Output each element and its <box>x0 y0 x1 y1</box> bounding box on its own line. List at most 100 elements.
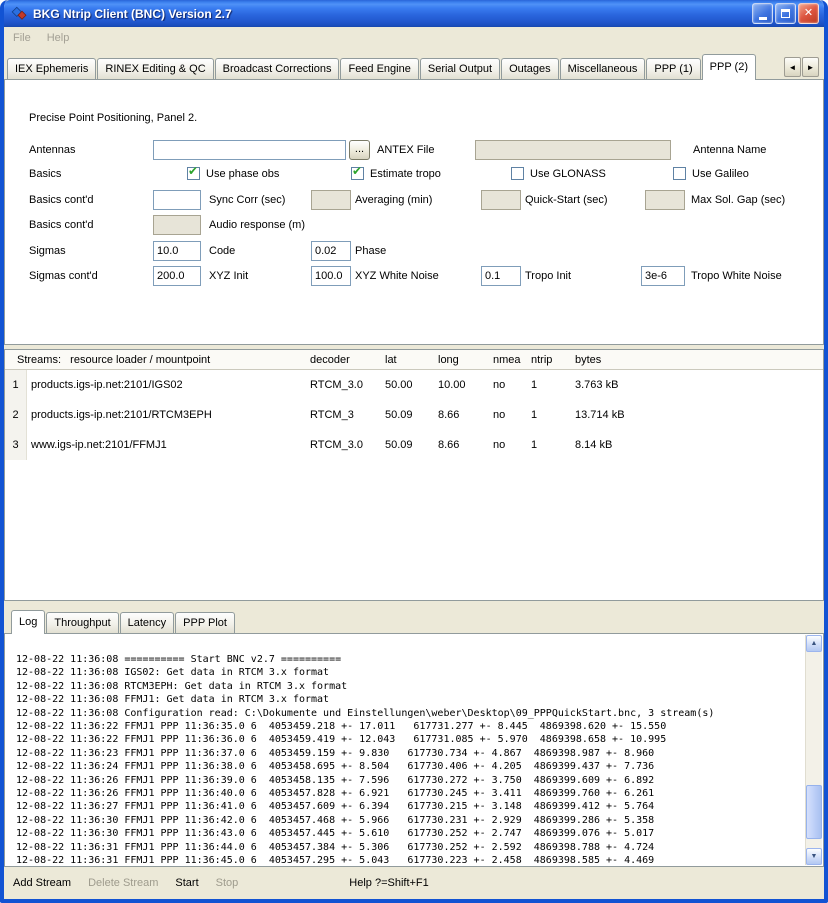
tab-rinex-editing-qc[interactable]: RINEX Editing & QC <box>97 58 213 79</box>
sigma-code-input[interactable] <box>153 241 201 261</box>
col-header-bytes: bytes <box>569 354 823 366</box>
averaging-input <box>311 190 351 210</box>
audio-response-input <box>153 215 201 235</box>
use-phase-obs-checkbox[interactable] <box>187 167 200 180</box>
tab-log[interactable]: Log <box>11 610 45 634</box>
tab-ppp-plot[interactable]: PPP Plot <box>175 612 235 633</box>
log-line: 12-08-22 11:36:30 FFMJ1 PPP 11:36:42.0 6… <box>16 814 801 827</box>
stream-lat: 50.00 <box>381 379 433 391</box>
stream-row-2[interactable]: 2 products.igs-ip.net:2101/RTCM3EPH RTCM… <box>5 400 823 430</box>
log-line: 12-08-22 11:36:30 FFMJ1 PPP 11:36:43.0 6… <box>16 827 801 840</box>
quick-start-label: Quick-Start (sec) <box>525 190 608 210</box>
sigma-phase-input[interactable] <box>311 241 351 261</box>
basics-contd-label: Basics cont'd <box>29 190 93 210</box>
tropo-init-label: Tropo Init <box>525 266 571 286</box>
sync-corr-input[interactable] <box>153 190 201 210</box>
audio-response-label: Audio response (m) <box>209 215 305 235</box>
log-line: 12-08-22 11:36:31 FFMJ1 PPP 11:36:44.0 6… <box>16 841 801 854</box>
log-line: 12-08-22 11:36:26 FFMJ1 PPP 11:36:39.0 6… <box>16 774 801 787</box>
log-scrollbar[interactable]: ▲ ▼ <box>805 635 822 865</box>
sync-corr-label: Sync Corr (sec) <box>209 190 285 210</box>
output-tabbar: Log Throughput Latency PPP Plot <box>11 609 824 633</box>
tab-latency[interactable]: Latency <box>120 612 175 633</box>
col-header-nmea: nmea <box>487 354 524 366</box>
col-header-long: long <box>433 354 487 366</box>
antennas-label: Antennas <box>29 140 75 160</box>
tab-ppp-2[interactable]: PPP (2) <box>702 54 756 80</box>
start-button[interactable]: Start <box>175 877 198 889</box>
bnc-logo-icon <box>11 6 27 22</box>
sigma-phase-label: Phase <box>355 241 386 261</box>
close-icon: ✕ <box>804 8 813 19</box>
log-line: 12-08-22 11:36:24 FFMJ1 PPP 11:36:38.0 6… <box>16 760 801 773</box>
stream-row-3[interactable]: 3 www.igs-ip.net:2101/FFMJ1 RTCM_3.0 50.… <box>5 430 823 460</box>
stream-decoder: RTCM_3.0 <box>305 379 381 391</box>
window-title: BKG Ntrip Client (BNC) Version 2.7 <box>33 7 750 21</box>
row-number: 3 <box>5 430 27 460</box>
row-number: 2 <box>5 400 27 430</box>
close-button[interactable]: ✕ <box>798 3 819 24</box>
antex-file-input <box>475 140 671 160</box>
minimize-button[interactable] <box>752 3 773 24</box>
titlebar[interactable]: BKG Ntrip Client (BNC) Version 2.7 ✕ <box>4 0 824 27</box>
max-sol-gap-input <box>645 190 685 210</box>
max-sol-gap-label: Max Sol. Gap (sec) <box>691 190 785 210</box>
minimize-icon <box>759 17 767 20</box>
scroll-down-icon[interactable]: ▼ <box>806 848 822 865</box>
stream-decoder: RTCM_3.0 <box>305 439 381 451</box>
scroll-up-icon[interactable]: ▲ <box>806 635 822 652</box>
stream-bytes: 8.14 kB <box>569 439 823 451</box>
stream-long: 8.66 <box>433 439 487 451</box>
antennas-browse-button[interactable]: ... <box>349 140 370 160</box>
stream-bytes: 3.763 kB <box>569 379 823 391</box>
tropo-init-input[interactable] <box>481 266 521 286</box>
maximize-button[interactable] <box>775 3 796 24</box>
tab-scroll-right-icon[interactable]: ► <box>802 57 819 77</box>
main-tabbar: IEX Ephemeris RINEX Editing & QC Broadca… <box>4 53 824 79</box>
menu-help[interactable]: Help <box>47 32 70 44</box>
tab-ppp-1[interactable]: PPP (1) <box>646 58 700 79</box>
tab-miscellaneous[interactable]: Miscellaneous <box>560 58 646 79</box>
log-line: 12-08-22 11:36:08 Configuration read: C:… <box>16 707 801 720</box>
stream-mountpoint: products.igs-ip.net:2101/RTCM3EPH <box>27 409 305 421</box>
stop-button[interactable]: Stop <box>216 877 239 889</box>
tropo-white-noise-input[interactable] <box>641 266 685 286</box>
col-header-lat: lat <box>381 354 433 366</box>
log-line: 12-08-22 11:36:08 ========== Start BNC v… <box>16 653 801 666</box>
tab-broadcast-corrections[interactable]: Broadcast Corrections <box>215 58 340 79</box>
delete-stream-button[interactable]: Delete Stream <box>88 877 158 889</box>
xyz-init-input[interactable] <box>153 266 201 286</box>
tab-outages[interactable]: Outages <box>501 58 559 79</box>
estimate-tropo-checkbox[interactable] <box>351 167 364 180</box>
log-line: 12-08-22 11:36:27 FFMJ1 PPP 11:36:41.0 6… <box>16 800 801 813</box>
sigmas-contd-label: Sigmas cont'd <box>29 266 98 286</box>
stream-nmea: no <box>487 439 524 451</box>
use-glonass-checkbox[interactable] <box>511 167 524 180</box>
col-header-mountpoint: Streams: resource loader / mountpoint <box>5 354 305 366</box>
stream-row-1[interactable]: 1 products.igs-ip.net:2101/IGS02 RTCM_3.… <box>5 370 823 400</box>
streams-table: Streams: resource loader / mountpoint de… <box>4 349 824 601</box>
xyz-white-noise-input[interactable] <box>311 266 351 286</box>
antennas-input[interactable] <box>153 140 346 160</box>
use-galileo-checkbox[interactable] <box>673 167 686 180</box>
stream-decoder: RTCM_3 <box>305 409 381 421</box>
tab-scroll-left-icon[interactable]: ◄ <box>784 57 801 77</box>
col-header-ntrip: ntrip <box>524 354 569 366</box>
log-line: 12-08-22 11:36:22 FFMJ1 PPP 11:36:35.0 6… <box>16 720 801 733</box>
scrollbar-thumb[interactable] <box>806 785 822 839</box>
app-window: BKG Ntrip Client (BNC) Version 2.7 ✕ Fil… <box>0 0 828 903</box>
ppp2-panel: Precise Point Positioning, Panel 2. Ante… <box>4 79 824 345</box>
log-line: 12-08-22 11:36:22 FFMJ1 PPP 11:36:36.0 6… <box>16 733 801 746</box>
tab-scroll-arrows: ◄ ► <box>783 57 819 77</box>
tab-iex-ephemeris[interactable]: IEX Ephemeris <box>7 58 96 79</box>
menu-file[interactable]: File <box>13 32 31 44</box>
stream-lat: 50.09 <box>381 409 433 421</box>
add-stream-button[interactable]: Add Stream <box>13 877 71 889</box>
stream-long: 10.00 <box>433 379 487 391</box>
tab-feed-engine[interactable]: Feed Engine <box>340 58 418 79</box>
log-line: 12-08-22 11:36:31 FFMJ1 PPP 11:36:45.0 6… <box>16 854 801 865</box>
estimate-tropo-label: Estimate tropo <box>370 164 441 184</box>
tab-throughput[interactable]: Throughput <box>46 612 118 633</box>
tab-serial-output[interactable]: Serial Output <box>420 58 500 79</box>
menubar: File Help <box>4 27 824 49</box>
